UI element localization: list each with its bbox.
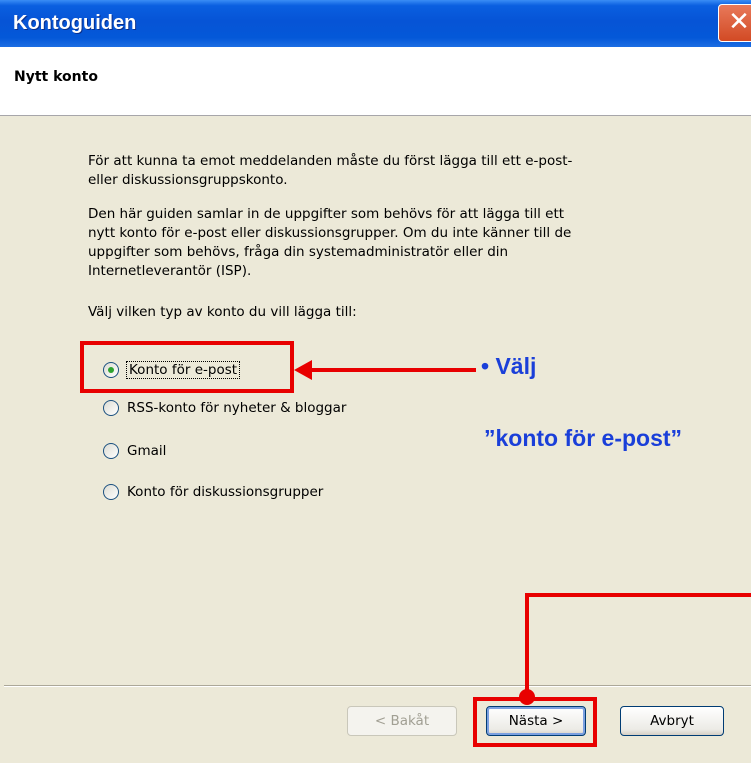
option-label[interactable]: Konto för diskussionsgrupper	[127, 484, 323, 500]
button-separator	[4, 685, 751, 687]
cancel-button[interactable]: Avbryt	[620, 706, 724, 736]
title-bar: Kontoguiden ✕	[0, 0, 751, 47]
prompt-text: Välj vilken typ av konto du vill lägga t…	[88, 304, 357, 320]
wizard-header: Nytt konto	[0, 47, 751, 116]
radio-icon[interactable]	[103, 484, 119, 500]
option-rss[interactable]: RSS-konto för nyheter & bloggar	[103, 397, 346, 419]
intro-text: För att kunna ta emot meddelanden måste …	[88, 152, 708, 190]
option-gmail[interactable]: Gmail	[103, 440, 166, 462]
close-icon[interactable]: ✕	[718, 4, 751, 42]
back-button[interactable]: < Bakåt	[347, 706, 457, 736]
annotation-line-1: • Välj	[481, 353, 537, 379]
radio-icon[interactable]	[103, 400, 119, 416]
option-newsgroups[interactable]: Konto för diskussionsgrupper	[103, 481, 323, 503]
description-line: uppgifter som behövs, fråga din systemad…	[88, 244, 509, 260]
option-label[interactable]: RSS-konto för nyheter & bloggar	[127, 400, 346, 416]
option-label[interactable]: Gmail	[127, 443, 166, 459]
window-title: Kontoguiden	[13, 12, 137, 34]
description-line: nytt konto för e-post eller diskussionsg…	[88, 225, 572, 241]
intro-line: För att kunna ta emot meddelanden måste …	[88, 153, 573, 169]
connector-line-vertical	[525, 593, 529, 695]
description-line: Internetleverantör (ISP).	[88, 263, 252, 279]
highlight-box-email-option	[80, 341, 294, 393]
radio-icon[interactable]	[103, 443, 119, 459]
connector-line-horizontal	[525, 593, 751, 597]
arrow-line	[300, 368, 476, 372]
description-line: Den här guiden samlar in de uppgifter so…	[88, 206, 565, 222]
arrow-head-icon	[294, 360, 312, 380]
intro-line: eller diskussionsgruppskonto.	[88, 172, 288, 188]
highlight-box-next-button	[473, 697, 597, 747]
page-title: Nytt konto	[14, 69, 98, 85]
description-text: Den här guiden samlar in de uppgifter so…	[88, 205, 708, 281]
annotation-line-2: ”konto för e-post”	[484, 425, 683, 451]
